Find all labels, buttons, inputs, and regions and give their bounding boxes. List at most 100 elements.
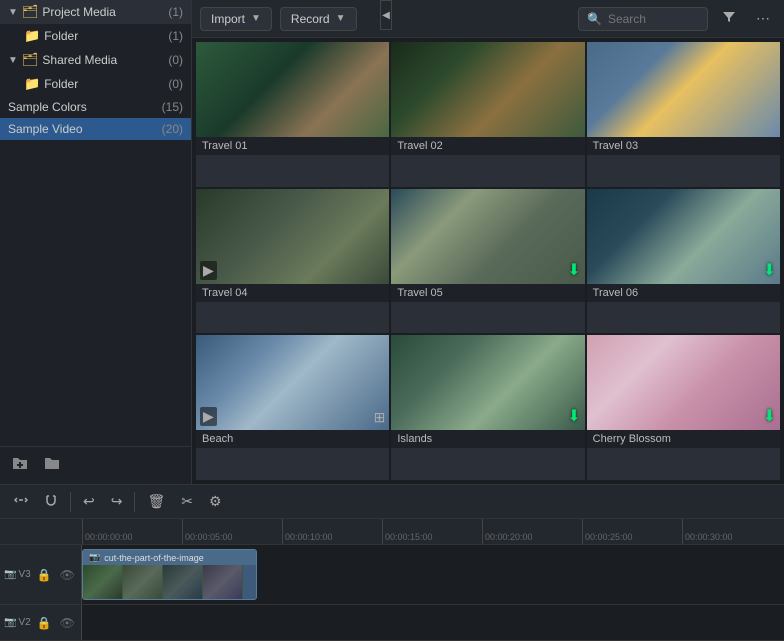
media-grid: Travel 01Travel 02Travel 03 ▶Travel 04 ⬇ Tr… bbox=[192, 38, 784, 484]
project-folder-icon: 📁 bbox=[24, 28, 40, 44]
media-label-travel01: Travel 01 bbox=[196, 137, 389, 155]
clip-label: cut-the-part-of-the-image bbox=[104, 553, 204, 563]
track-v3-number: 📷 bbox=[4, 569, 16, 580]
toolbar-separator-2 bbox=[134, 492, 135, 512]
media-toolbar: Import ▼ Record ▼ 🔍 ⋯ bbox=[192, 0, 784, 38]
more-options-button[interactable]: ⋯ bbox=[750, 6, 776, 31]
sidebar-item-project-media[interactable]: ▼ 🗂 Project Media (1) bbox=[0, 0, 191, 24]
media-item-travel03[interactable]: Travel 03 bbox=[587, 42, 780, 187]
magnet-button[interactable] bbox=[38, 490, 64, 513]
track-v3-label: 📷 V3 bbox=[4, 569, 31, 580]
clip-frame-3 bbox=[163, 565, 203, 599]
expand-arrow-project: ▼ bbox=[8, 7, 18, 18]
media-item-travel06[interactable]: ⬇ Travel 06 bbox=[587, 189, 780, 334]
media-item-travel05[interactable]: ⬇ Travel 05 bbox=[391, 189, 584, 334]
track-v2-header: 📷 V2 🔒 👁 bbox=[0, 605, 82, 640]
timeline-tracks: 📷 V3 🔒 👁 📷 cut-the-part-of-the-image bbox=[0, 545, 784, 641]
clip-icon: 📷 bbox=[89, 552, 100, 563]
clip-frame-4 bbox=[203, 565, 243, 599]
ruler-mark: 00:00:20:00 bbox=[482, 519, 582, 544]
record-arrow-icon: ▼ bbox=[336, 13, 346, 24]
sidebar-item-project-folder[interactable]: 📁 Folder (1) bbox=[0, 24, 191, 48]
media-item-travel04[interactable]: ▶Travel 04 bbox=[196, 189, 389, 334]
record-label: Record bbox=[291, 12, 330, 26]
left-panel-bottom bbox=[0, 446, 191, 484]
media-item-islands[interactable]: ⬇ Islands bbox=[391, 335, 584, 480]
sample-video-count: (20) bbox=[162, 122, 183, 136]
track-v2-lock-button[interactable]: 🔒 bbox=[35, 614, 54, 632]
media-label-travel06: Travel 06 bbox=[587, 284, 780, 302]
redo-button[interactable]: ↪ bbox=[105, 490, 129, 513]
project-folder-count: (1) bbox=[168, 29, 183, 43]
download-icon-travel06: ⬇ bbox=[763, 260, 776, 280]
shared-media-label: Shared Media bbox=[42, 53, 164, 67]
import-button[interactable]: Import ▼ bbox=[200, 7, 272, 31]
grid-icon-beach: ⊞ bbox=[374, 409, 386, 426]
media-label-travel05: Travel 05 bbox=[391, 284, 584, 302]
media-item-travel01[interactable]: Travel 01 bbox=[196, 42, 389, 187]
project-media-label: Project Media bbox=[42, 5, 164, 19]
undo-button[interactable]: ↩ bbox=[77, 490, 101, 513]
shared-folder-count: (0) bbox=[168, 77, 183, 91]
ruler-mark: 00:00:10:00 bbox=[282, 519, 382, 544]
track-v3-content[interactable]: 📷 cut-the-part-of-the-image bbox=[82, 545, 784, 604]
sidebar-item-sample-video[interactable]: Sample Video (20) bbox=[0, 118, 191, 140]
media-item-beach[interactable]: ▶⊞Beach bbox=[196, 335, 389, 480]
media-label-islands: Islands bbox=[391, 430, 584, 448]
clip-header: 📷 cut-the-part-of-the-image bbox=[83, 550, 256, 565]
download-icon-travel05: ⬇ bbox=[567, 260, 580, 280]
media-item-cherry[interactable]: ⬇Cherry Blossom bbox=[587, 335, 780, 480]
project-media-folder-icon: 🗂 bbox=[22, 4, 39, 20]
track-v2-row: 📷 V2 🔒 👁 bbox=[0, 605, 784, 641]
media-thumb-travel05: ⬇ bbox=[391, 189, 584, 284]
sidebar-item-shared-folder[interactable]: 📁 Folder (0) bbox=[0, 72, 191, 96]
ruler-mark: 00:00:05:00 bbox=[182, 519, 282, 544]
sidebar-item-shared-media[interactable]: ▼ 🗂 Shared Media (0) bbox=[0, 48, 191, 72]
track-v2-icon: 📷 bbox=[4, 617, 16, 628]
track-v2-label: 📷 V2 bbox=[4, 617, 31, 628]
delete-button[interactable]: 🗑 bbox=[141, 490, 171, 513]
record-button[interactable]: Record ▼ bbox=[280, 7, 357, 31]
media-thumb-travel03 bbox=[587, 42, 780, 137]
download-icon-islands: ⬇ bbox=[567, 406, 580, 426]
filter-button[interactable] bbox=[716, 6, 742, 31]
expand-arrow-shared: ▼ bbox=[8, 55, 18, 66]
search-box[interactable]: 🔍 bbox=[578, 7, 708, 31]
media-thumb-travel02 bbox=[391, 42, 584, 137]
timeline-ruler: 00:00:00:0000:00:05:0000:00:10:0000:00:1… bbox=[0, 519, 784, 545]
media-play-icon-beach: ▶ bbox=[200, 407, 217, 426]
clip-frame-2 bbox=[123, 565, 163, 599]
sample-colors-count: (15) bbox=[162, 100, 183, 114]
media-item-travel02[interactable]: Travel 02 bbox=[391, 42, 584, 187]
toolbar-separator-1 bbox=[70, 492, 71, 512]
project-media-count: (1) bbox=[168, 5, 183, 19]
media-thumb-travel04: ▶ bbox=[196, 189, 389, 284]
new-folder-button[interactable] bbox=[8, 453, 32, 478]
search-icon: 🔍 bbox=[587, 12, 602, 26]
track-v2-eye-button[interactable]: 👁 bbox=[58, 614, 77, 632]
link-toggle-button[interactable] bbox=[8, 490, 34, 513]
sample-video-label: Sample Video bbox=[8, 122, 158, 136]
sidebar-item-sample-colors[interactable]: Sample Colors (15) bbox=[0, 96, 191, 118]
track-v3-lock-button[interactable]: 🔒 bbox=[35, 566, 54, 584]
cut-button[interactable]: ✂ bbox=[175, 490, 199, 513]
clip-thumb-strip bbox=[83, 565, 256, 599]
track-v2-content bbox=[82, 605, 784, 640]
collapse-icon: ◀ bbox=[382, 10, 390, 21]
shared-folder-icon: 📁 bbox=[24, 76, 40, 92]
track-clip[interactable]: 📷 cut-the-part-of-the-image bbox=[82, 549, 257, 600]
media-thumb-islands: ⬇ bbox=[391, 335, 584, 430]
add-folder-button[interactable] bbox=[40, 453, 64, 478]
clip-settings-button[interactable]: ⚙ bbox=[203, 490, 228, 513]
media-label-travel03: Travel 03 bbox=[587, 137, 780, 155]
sample-colors-label: Sample Colors bbox=[8, 100, 158, 114]
media-thumb-beach: ▶⊞ bbox=[196, 335, 389, 430]
import-label: Import bbox=[211, 12, 245, 26]
track-v3-eye-button[interactable]: 👁 bbox=[58, 566, 77, 584]
panel-collapse-button[interactable]: ◀ bbox=[380, 0, 392, 30]
ruler-mark: 00:00:00:00 bbox=[82, 519, 182, 544]
import-arrow-icon: ▼ bbox=[251, 13, 261, 24]
shared-media-folder-icon: 🗂 bbox=[22, 52, 39, 68]
media-thumb-travel06: ⬇ bbox=[587, 189, 780, 284]
search-input[interactable] bbox=[608, 12, 699, 26]
